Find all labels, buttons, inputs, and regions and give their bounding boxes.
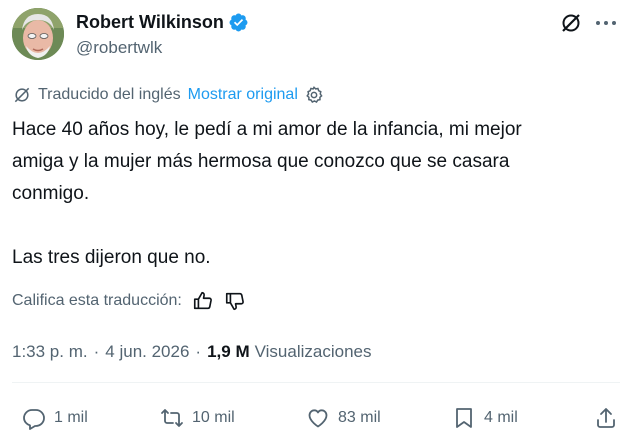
reply-button[interactable]: 1 mil [22,400,88,436]
bookmark-icon [452,406,476,430]
like-button[interactable]: 83 mil [306,400,381,436]
repost-button[interactable]: 10 mil [160,400,235,436]
show-original-link[interactable]: Mostrar original [188,86,298,104]
avatar[interactable] [12,8,64,60]
tweet-date[interactable]: 4 jun. 2026 [105,342,189,362]
verified-badge-icon[interactable] [228,12,249,33]
repost-icon [160,406,184,430]
bookmark-button[interactable]: 4 mil [452,400,518,436]
tweet-meta: 1:33 p. m. · 4 jun. 2026 · 1,9 M Visuali… [12,340,372,364]
thumbs-up-icon[interactable] [192,290,214,312]
tweet-time[interactable]: 1:33 p. m. [12,342,88,362]
tweet-text: Hace 40 años hoy, le pedí a mi amor de l… [12,114,618,274]
separator: · [93,342,100,361]
grok-slash-circle-icon [559,11,583,35]
rate-translation-label: Califica esta traducción: [12,292,182,309]
action-bar: 1 mil 10 mil 83 mil 4 mil [12,400,620,436]
more-dots-icon [595,19,617,27]
heart-icon [306,406,330,430]
bookmark-count: 4 mil [484,409,518,426]
settings-gear-icon[interactable] [304,85,324,105]
separator: · [195,342,202,361]
repost-count: 10 mil [192,409,235,426]
reply-icon [22,406,46,430]
author-display-name[interactable]: Robert Wilkinson [76,12,224,33]
tweet-text-line: conmigo. [12,183,90,204]
translated-label: Traducido del inglés [38,86,181,103]
views-label: Visualizaciones [254,342,372,361]
translate-icon [12,85,32,105]
share-icon [594,406,618,430]
share-button[interactable] [594,400,626,436]
views-count: 1,9 M [207,342,250,361]
more-options-button[interactable] [592,10,620,36]
reply-count: 1 mil [54,409,88,426]
like-count: 83 mil [338,409,381,426]
author-handle[interactable]: @robertwlk [76,38,249,58]
thumbs-down-icon[interactable] [224,290,246,312]
tweet-text-line: Las tres dijeron que no. [12,247,211,268]
divider [12,382,620,383]
grok-button[interactable] [558,10,584,36]
rate-translation: Califica esta traducción: [12,288,246,314]
translation-bar: Traducido del inglés Mostrar original [12,83,324,107]
tweet-text-line: Hace 40 años hoy, le pedí a mi amor de l… [12,119,522,140]
tweet-text-line: amiga y la mujer más hermosa que conozco… [12,151,510,172]
tweet-header: Robert Wilkinson @robertwlk [12,8,620,64]
